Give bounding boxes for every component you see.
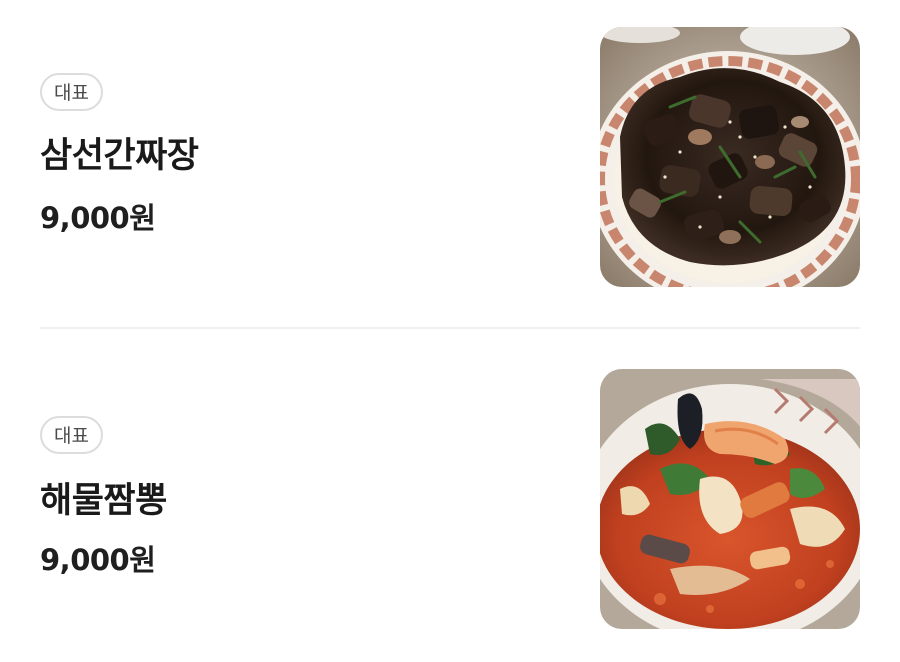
- menu-divider: [40, 327, 860, 329]
- signature-badge: 대표: [40, 416, 103, 454]
- menu-item-name: 삼선간짜장: [40, 136, 199, 176]
- menu-item-price: 9,000원: [40, 543, 156, 577]
- menu-list: 대표 삼선간짜장 9,000원 대표 해물짬뽕 9,000원: [0, 0, 900, 662]
- menu-item-haemul-jjamppong[interactable]: 대표 해물짬뽕 9,000원: [40, 369, 860, 629]
- menu-item-name: 해물짬뽕: [40, 481, 167, 521]
- menu-item-photo[interactable]: [600, 27, 860, 287]
- menu-item-samseon-ganjjajang[interactable]: 대표 삼선간짜장 9,000원: [40, 27, 860, 287]
- menu-item-price: 9,000원: [40, 201, 156, 235]
- menu-item-photo[interactable]: [600, 369, 860, 629]
- jjajang-noodle-photo: [600, 27, 860, 287]
- signature-badge: 대표: [40, 73, 103, 111]
- seafood-jjamppong-photo: [600, 369, 860, 629]
